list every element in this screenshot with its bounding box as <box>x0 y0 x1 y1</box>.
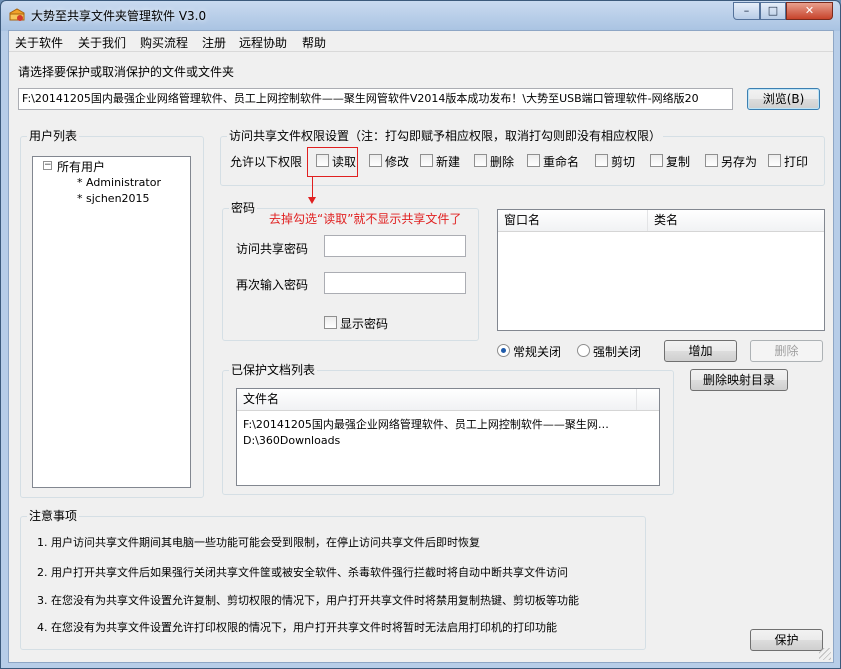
save-as-label[interactable]: 另存为 <box>721 153 757 170</box>
path-field[interactable]: F:\20141205国内最强企业网络管理软件、员工上网控制软件——聚生网管软件… <box>18 88 733 110</box>
main-panel: 关于软件 关于我们 购买流程 注册 远程协助 帮助 请选择要保护或取消保护的文件… <box>8 30 834 663</box>
collapse-icon[interactable]: − <box>43 161 52 170</box>
app-logo-icon <box>9 8 25 21</box>
cut-label[interactable]: 剪切 <box>611 153 635 170</box>
menu-remote-assist[interactable]: 远程协助 <box>239 34 287 51</box>
minimize-button[interactable]: – <box>733 2 760 20</box>
delete-perm-label[interactable]: 删除 <box>490 153 514 170</box>
column-class-name[interactable]: 类名 <box>648 210 824 231</box>
protected-list-header: 文件名 <box>237 389 659 411</box>
select-prompt: 请选择要保护或取消保护的文件或文件夹 <box>18 65 235 79</box>
password-title: 密码 <box>229 201 258 215</box>
rename-checkbox[interactable] <box>527 154 540 167</box>
user-list-title: 用户列表 <box>27 129 80 143</box>
arrow-down-icon <box>308 197 316 204</box>
browse-button[interactable]: 浏览(B) <box>747 88 820 110</box>
show-password-checkbox[interactable] <box>324 316 337 329</box>
window-list-header: 窗口名 类名 <box>498 210 824 232</box>
user-tree[interactable]: − 所有用户 * Administrator * sjchen2015 <box>32 156 191 488</box>
print-checkbox[interactable] <box>768 154 781 167</box>
tree-root-all-users[interactable]: 所有用户 <box>57 158 105 175</box>
show-password-label[interactable]: 显示密码 <box>340 315 388 332</box>
note-line-2: 2. 用户打开共享文件后如果强行关闭共享文件筐或被安全软件、杀毒软件强行拦截时将… <box>37 566 568 579</box>
menu-bar: 关于软件 关于我们 购买流程 注册 远程协助 帮助 <box>9 31 833 52</box>
menu-purchase[interactable]: 购买流程 <box>140 34 188 51</box>
copy-label[interactable]: 复制 <box>666 153 690 170</box>
title-bar[interactable]: 大势至共享文件夹管理软件 V3.0 – □ ✕ <box>1 1 840 29</box>
normal-close-label[interactable]: 常规关闭 <box>513 343 561 360</box>
tree-item-sjchen2015[interactable]: * sjchen2015 <box>77 192 150 205</box>
save-as-checkbox[interactable] <box>705 154 718 167</box>
rename-label[interactable]: 重命名 <box>543 153 579 170</box>
access-password-field[interactable] <box>324 235 466 257</box>
confirm-password-label: 再次输入密码 <box>236 278 309 292</box>
create-checkbox[interactable] <box>420 154 433 167</box>
force-close-label[interactable]: 强制关闭 <box>593 343 641 360</box>
protect-button[interactable]: 保护 <box>750 629 823 651</box>
copy-checkbox[interactable] <box>650 154 663 167</box>
modify-checkbox[interactable] <box>369 154 382 167</box>
note-line-1: 1. 用户访问共享文件期间其电脑一些功能可能会受到限制，在停止访问共享文件后即时… <box>37 536 480 549</box>
close-button[interactable]: ✕ <box>786 2 833 20</box>
permissions-title: 访问共享文件权限设置（注：打勾即赋予相应权限，取消打勾则即没有相应权限） <box>227 129 664 143</box>
protected-docs-title: 已保护文档列表 <box>229 363 318 377</box>
menu-about-software[interactable]: 关于软件 <box>15 34 63 51</box>
delete-mapping-button[interactable]: 删除映射目录 <box>690 369 788 391</box>
print-label[interactable]: 打印 <box>784 153 808 170</box>
protected-row[interactable]: F:\20141205国内最强企业网络管理软件、员工上网控制软件——聚生网… <box>243 416 609 432</box>
force-close-radio[interactable] <box>577 344 590 357</box>
menu-register[interactable]: 注册 <box>202 34 226 51</box>
delete-button[interactable]: 删除 <box>750 340 823 362</box>
app-window: 大势至共享文件夹管理软件 V3.0 – □ ✕ 关于软件 关于我们 购买流程 注… <box>0 0 841 669</box>
note-line-3: 3. 在您没有为共享文件设置允许复制、剪切权限的情况下，用户打开共享文件时将禁用… <box>37 594 579 607</box>
column-window-name[interactable]: 窗口名 <box>498 210 648 231</box>
note-line-4: 4. 在您没有为共享文件设置允许打印权限的情况下，用户打开共享文件时将暂时无法启… <box>37 621 557 634</box>
add-button[interactable]: 增加 <box>664 340 737 362</box>
normal-close-radio[interactable] <box>497 344 510 357</box>
protected-row[interactable]: D:\360Downloads <box>243 434 340 447</box>
cut-checkbox[interactable] <box>595 154 608 167</box>
window-list[interactable]: 窗口名 类名 <box>497 209 825 331</box>
resize-grip-icon[interactable] <box>819 648 831 660</box>
protected-docs-list[interactable]: 文件名 F:\20141205国内最强企业网络管理软件、员工上网控制软件——聚生… <box>236 388 660 486</box>
maximize-button[interactable]: □ <box>760 2 786 20</box>
read-highlight-box <box>307 147 358 177</box>
tree-item-administrator[interactable]: * Administrator <box>77 176 161 189</box>
allow-label: 允许以下权限 <box>230 155 303 169</box>
column-file-name[interactable]: 文件名 <box>237 389 637 410</box>
notes-title: 注意事项 <box>27 509 80 523</box>
window-title: 大势至共享文件夹管理软件 V3.0 <box>31 9 207 23</box>
delete-checkbox[interactable] <box>474 154 487 167</box>
menu-about-us[interactable]: 关于我们 <box>78 34 126 51</box>
annotation-arrow <box>312 177 313 199</box>
create-label[interactable]: 新建 <box>436 153 460 170</box>
menu-help[interactable]: 帮助 <box>302 34 326 51</box>
modify-label[interactable]: 修改 <box>385 153 409 170</box>
access-password-label: 访问共享密码 <box>236 242 309 256</box>
confirm-password-field[interactable] <box>324 272 466 294</box>
